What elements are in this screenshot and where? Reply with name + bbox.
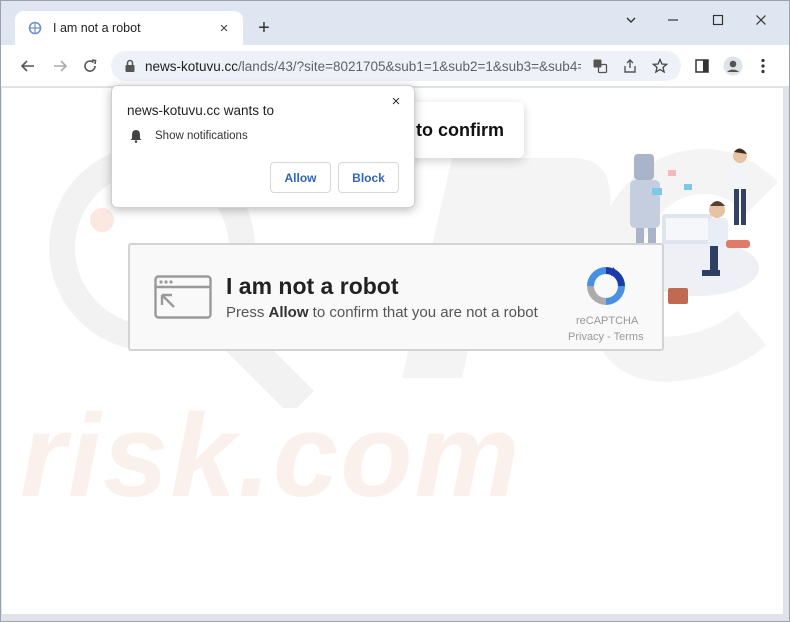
close-window-button[interactable] [745,7,777,33]
reload-icon[interactable] [77,53,103,79]
back-icon[interactable] [15,53,41,79]
title-bar: I am not a robot × + [1,1,789,45]
chevron-down-icon[interactable] [615,7,647,33]
browser-window: I am not a robot × + news-kotuvu.cc/land… [0,0,790,622]
notification-permission-popup: news-kotuvu.cc wants to × Show notificat… [111,85,415,208]
forward-icon[interactable] [47,53,73,79]
lock-icon[interactable] [123,59,137,73]
watermark-text: risk.com [20,390,522,522]
tab-close-icon[interactable]: × [215,19,233,37]
captcha-title: I am not a robot [226,273,399,299]
popup-title: news-kotuvu.cc wants to [127,103,275,118]
favicon-icon [27,20,43,36]
tab-active[interactable]: I am not a robot × [15,11,243,45]
browser-window-icon [154,275,212,319]
permission-label: Show notifications [155,130,248,142]
share-icon[interactable] [619,55,641,77]
recaptcha-brand: reCAPTCHA [576,315,639,327]
tab-title: I am not a robot [53,21,141,35]
recaptcha-links[interactable]: Privacy - Terms [568,331,646,343]
captcha-box: I am not a robot Press Allow to confirm … [128,243,664,351]
toolbar: news-kotuvu.cc/lands/43/?site=8021705&su… [1,45,789,87]
star-icon[interactable] [649,55,671,77]
translate-icon[interactable] [589,55,611,77]
menu-icon[interactable] [750,53,776,79]
maximize-button[interactable] [702,7,734,33]
allow-button[interactable]: Allow [270,162,331,193]
close-icon[interactable]: × [386,91,406,111]
url-text[interactable]: news-kotuvu.cc/lands/43/?site=8021705&su… [145,59,581,74]
captcha-subtitle: Press Allow to confirm that you are not … [226,304,538,321]
address-bar[interactable]: news-kotuvu.cc/lands/43/?site=8021705&su… [111,51,681,81]
new-tab-button[interactable]: + [253,17,275,39]
profile-icon[interactable] [720,53,746,79]
bell-icon [130,130,142,143]
sidepanel-icon[interactable] [689,53,715,79]
block-button[interactable]: Block [338,162,399,193]
recaptcha-icon [587,267,625,305]
permission-row: Show notifications [129,129,248,143]
minimize-button[interactable] [657,7,689,33]
